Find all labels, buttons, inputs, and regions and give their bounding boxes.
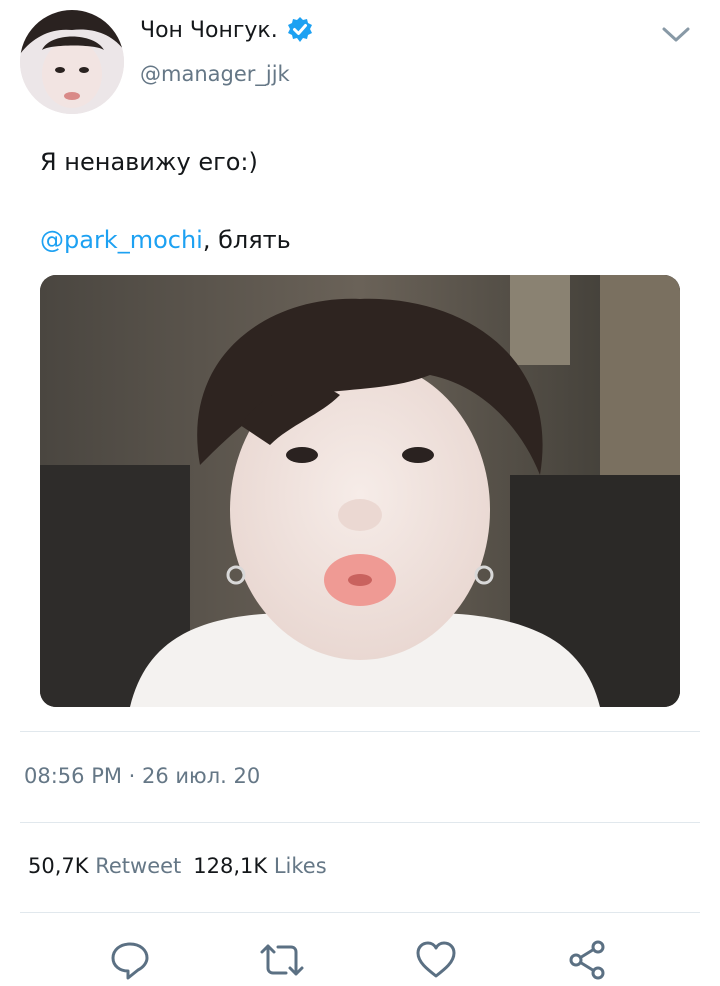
chevron-down-icon[interactable] xyxy=(660,22,692,48)
retweets-count: 50,7K xyxy=(28,854,89,878)
divider xyxy=(20,822,700,823)
likes-label: Likes xyxy=(273,854,327,878)
user-handle[interactable]: @manager_jjk xyxy=(140,62,290,86)
display-name[interactable]: Чон Чонгук. xyxy=(140,18,278,43)
retweets-stat[interactable]: 50,7K Retweet xyxy=(28,854,181,878)
author-name-row: Чон Чонгук. xyxy=(140,16,314,44)
likes-count: 128,1K xyxy=(193,854,268,878)
tweet-text: Я ненавижу его:) xyxy=(40,148,258,176)
tweet-text-line2: @park_mochi, блять xyxy=(40,226,291,254)
like-icon[interactable] xyxy=(412,936,460,984)
avatar[interactable] xyxy=(20,10,124,114)
tweet-text-rest: , блять xyxy=(202,226,291,254)
share-icon[interactable] xyxy=(564,936,612,984)
retweet-icon[interactable] xyxy=(258,936,306,984)
verified-badge-icon xyxy=(286,16,314,44)
divider xyxy=(20,912,700,913)
likes-stat[interactable]: 128,1K Likes xyxy=(193,854,326,878)
tweet-timestamp[interactable]: 08:56 PM · 26 июл. 20 xyxy=(24,764,260,788)
retweets-label: Retweet xyxy=(95,854,182,878)
reply-icon[interactable] xyxy=(106,936,154,984)
mention-link[interactable]: @park_mochi xyxy=(40,226,203,254)
tweet-media-photo[interactable] xyxy=(40,275,680,707)
divider xyxy=(20,731,700,732)
engagement-stats: 50,7K Retweet 128,1K Likes xyxy=(28,854,327,878)
